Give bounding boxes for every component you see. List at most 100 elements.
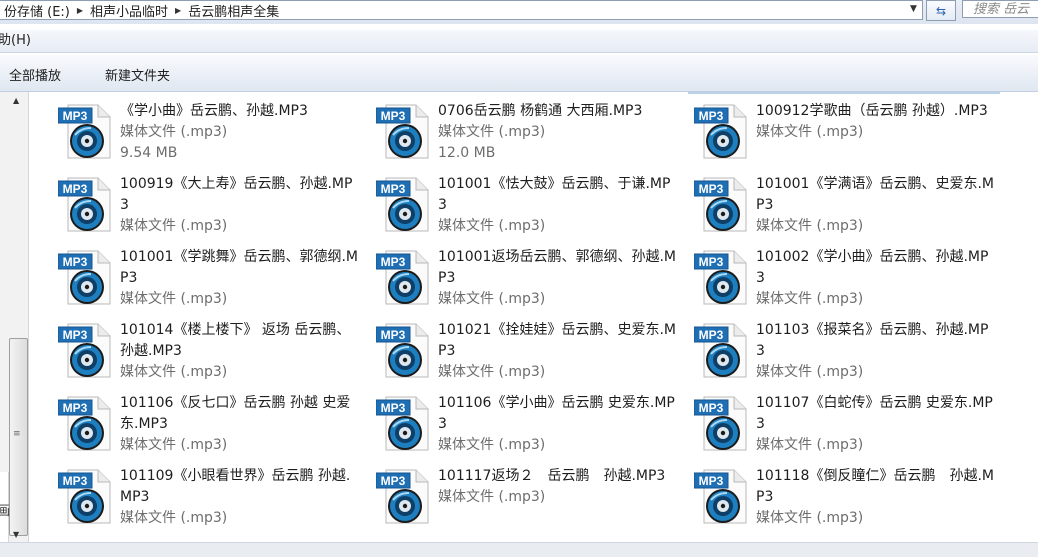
- file-tile[interactable]: MP3 101118《倒反瞳仁》岳云鹏 孙越.MP3 媒体文件 (.mp3): [694, 467, 999, 537]
- svg-text:MP3: MP3: [699, 474, 724, 488]
- file-type: 媒体文件 (.mp3): [756, 510, 864, 526]
- refresh-button[interactable]: ⇆: [926, 0, 956, 21]
- file-tile[interactable]: MP3 101001返场岳云鹏、郭德纲、孙越.MP3 媒体文件 (.mp3): [376, 248, 681, 318]
- breadcrumb-arrow-icon[interactable]: ▶: [74, 6, 86, 15]
- file-tile[interactable]: MP3 101014《楼上楼下》 返场 岳云鹏、孙越.MP3 媒体文件 (.mp3…: [58, 321, 363, 391]
- mp3-file-icon: MP3: [376, 396, 429, 451]
- address-bar[interactable]: 份存储 (E:) ▶ 相声小品临时 ▶ 岳云鹏相声全集 ▼: [0, 0, 923, 20]
- file-tile[interactable]: MP3 101106《反七口》岳云鹏 孙越 史爱东.MP3 媒体文件 (.mp3): [58, 394, 363, 464]
- svg-text:MP3: MP3: [63, 401, 88, 415]
- mp3-file-icon: MP3: [58, 177, 111, 232]
- file-size: 12.0 MB: [438, 145, 496, 161]
- file-tile[interactable]: MP3 101106《学小曲》岳云鹏 史爱东.MP3 媒体文件 (.mp3): [376, 394, 681, 464]
- mp3-file-icon: MP3: [694, 396, 747, 451]
- svg-text:MP3: MP3: [699, 182, 724, 196]
- svg-text:MP3: MP3: [699, 255, 724, 269]
- file-tile[interactable]: MP3 101107《白蛇传》岳云鹏 史爱东.MP3 媒体文件 (.mp3): [694, 394, 999, 464]
- file-type: 媒体文件 (.mp3): [120, 291, 228, 307]
- file-tile[interactable]: MP3 100912学歌曲（岳云鹏 孙越）.MP3 媒体文件 (.mp3): [694, 102, 999, 172]
- mp3-file-icon: MP3: [694, 177, 747, 232]
- file-name: 《学小曲》岳云鹏、孙越.MP3: [120, 103, 308, 119]
- mp3-file-icon: MP3: [694, 323, 747, 378]
- svg-text:MP3: MP3: [63, 109, 88, 123]
- command-bar: 全部播放 新建文件夹: [0, 55, 1038, 92]
- mp3-file-icon: MP3: [376, 469, 429, 524]
- file-name: 101001《怯大鼓》岳云鹏、于谦.MP3: [438, 176, 671, 213]
- breadcrumb-folder[interactable]: 相声小品临时: [86, 1, 172, 20]
- scrollbar-grip-icon: ≡: [13, 429, 21, 439]
- file-tile[interactable]: MP3 100919《大上寿》岳云鹏、孙越.MP3 媒体文件 (.mp3): [58, 175, 363, 245]
- file-name: 101002《学小曲》岳云鹏、孙越.MP3: [756, 249, 989, 286]
- file-type: 媒体文件 (.mp3): [120, 124, 228, 140]
- status-bar-edge: [0, 542, 1038, 557]
- file-type: 媒体文件 (.mp3): [756, 218, 864, 234]
- scroll-down-arrow-icon[interactable]: ▼: [13, 530, 19, 539]
- file-name: 101001返场岳云鹏、郭德纲、孙越.MP3: [438, 249, 676, 286]
- svg-text:MP3: MP3: [63, 255, 88, 269]
- file-name: 101107《白蛇传》岳云鹏 史爱东.MP3: [756, 395, 993, 432]
- file-name: 0706岳云鹏 杨鹤通 大西厢.MP3: [438, 103, 643, 119]
- file-name: 101106《反七口》岳云鹏 孙越 史爱东.MP3: [120, 395, 351, 432]
- navigation-pane: 画: [0, 472, 10, 542]
- scrollbar-thumb[interactable]: ≡: [9, 338, 28, 536]
- selection-edge: [688, 92, 1000, 94]
- file-name: 101106《学小曲》岳云鹏 史爱东.MP3: [438, 395, 675, 432]
- file-tile[interactable]: MP3 《学小曲》岳云鹏、孙越.MP3 媒体文件 (.mp3) 9.54 MB: [58, 102, 363, 172]
- file-type: 媒体文件 (.mp3): [438, 218, 546, 234]
- breadcrumb-drive[interactable]: 份存储 (E:): [0, 1, 74, 20]
- mp3-file-icon: MP3: [694, 104, 747, 159]
- file-tile[interactable]: MP3 101103《报菜名》岳云鹏、孙越.MP3 媒体文件 (.mp3): [694, 321, 999, 391]
- file-type: 媒体文件 (.mp3): [120, 218, 228, 234]
- file-type: 媒体文件 (.mp3): [120, 510, 228, 526]
- breadcrumb-arrow-icon[interactable]: ▶: [172, 6, 184, 15]
- svg-text:MP3: MP3: [381, 109, 406, 123]
- svg-text:MP3: MP3: [63, 328, 88, 342]
- scroll-up-arrow-icon[interactable]: ▲: [13, 96, 19, 105]
- mp3-file-icon: MP3: [58, 104, 111, 159]
- mp3-file-icon: MP3: [376, 250, 429, 305]
- file-name: 101021《拴娃娃》岳云鹏、史爱东.MP3: [438, 322, 676, 359]
- new-folder-button[interactable]: 新建文件夹: [105, 65, 170, 84]
- play-all-button[interactable]: 全部播放: [9, 65, 61, 84]
- mp3-file-icon: MP3: [58, 396, 111, 451]
- breadcrumb-current-folder[interactable]: 岳云鹏相声全集: [184, 1, 283, 20]
- navigation-item-fragment[interactable]: 画: [0, 500, 10, 519]
- svg-text:MP3: MP3: [381, 255, 406, 269]
- menu-bar: 助(H): [0, 30, 1038, 53]
- file-type: 媒体文件 (.mp3): [438, 124, 546, 140]
- svg-text:MP3: MP3: [381, 328, 406, 342]
- refresh-icon: ⇆: [935, 3, 947, 18]
- file-tile[interactable]: MP3 101001《学满语》岳云鹏、史爱东.MP3 媒体文件 (.mp3): [694, 175, 999, 245]
- file-tile[interactable]: MP3 0706岳云鹏 杨鹤通 大西厢.MP3 媒体文件 (.mp3) 12.0 M…: [376, 102, 681, 172]
- file-type: 媒体文件 (.mp3): [756, 291, 864, 307]
- mp3-file-icon: MP3: [376, 104, 429, 159]
- file-tile[interactable]: MP3 101021《拴娃娃》岳云鹏、史爱东.MP3 媒体文件 (.mp3): [376, 321, 681, 391]
- file-tile[interactable]: MP3 101117返场２ 岳云鹏 孙越.MP3 媒体文件 (.mp3): [376, 467, 681, 537]
- address-history-dropdown-icon[interactable]: ▼: [910, 4, 917, 14]
- svg-text:MP3: MP3: [381, 401, 406, 415]
- file-tile[interactable]: MP3 101109《小眼看世界》岳云鹏 孙越.MP3 媒体文件 (.mp3): [58, 467, 363, 537]
- mp3-file-icon: MP3: [376, 323, 429, 378]
- mp3-file-icon: MP3: [58, 250, 111, 305]
- file-tile[interactable]: MP3 101001《学跳舞》岳云鹏、郭德纲.MP3 媒体文件 (.mp3): [58, 248, 363, 318]
- svg-text:MP3: MP3: [381, 474, 406, 488]
- mp3-file-icon: MP3: [58, 323, 111, 378]
- file-tile[interactable]: MP3 101001《怯大鼓》岳云鹏、于谦.MP3 媒体文件 (.mp3): [376, 175, 681, 245]
- file-name: 101103《报菜名》岳云鹏、孙越.MP3: [756, 322, 989, 359]
- svg-text:MP3: MP3: [63, 182, 88, 196]
- file-type: 媒体文件 (.mp3): [438, 291, 546, 307]
- mp3-file-icon: MP3: [58, 469, 111, 524]
- svg-text:MP3: MP3: [699, 401, 724, 415]
- svg-text:MP3: MP3: [381, 182, 406, 196]
- file-list: MP3 《学小曲》岳云鹏、孙越.MP3 媒体文件 (.mp3) 9.54 MB MP…: [30, 92, 1038, 544]
- file-type: 媒体文件 (.mp3): [120, 364, 228, 380]
- file-type: 媒体文件 (.mp3): [120, 437, 228, 453]
- file-type: 媒体文件 (.mp3): [438, 437, 546, 453]
- file-type: 媒体文件 (.mp3): [756, 124, 864, 140]
- search-input[interactable]: 搜索 岳云: [962, 0, 1038, 18]
- file-type: 媒体文件 (.mp3): [438, 364, 546, 380]
- file-type: 媒体文件 (.mp3): [438, 489, 546, 505]
- file-tile[interactable]: MP3 101002《学小曲》岳云鹏、孙越.MP3 媒体文件 (.mp3): [694, 248, 999, 318]
- menu-help[interactable]: 助(H): [0, 30, 31, 52]
- file-type: 媒体文件 (.mp3): [756, 437, 864, 453]
